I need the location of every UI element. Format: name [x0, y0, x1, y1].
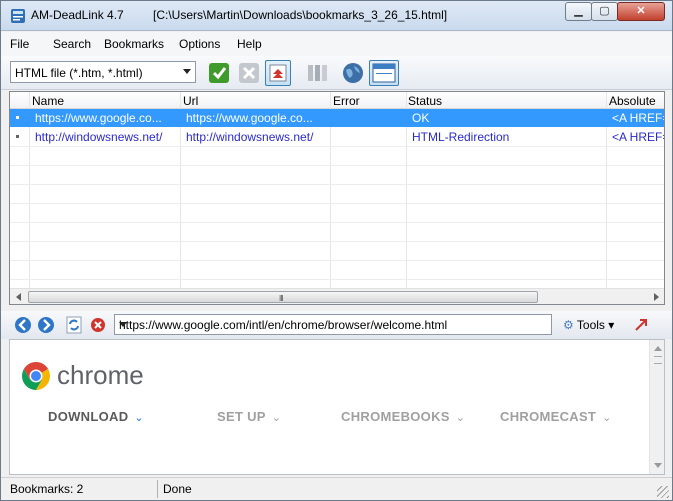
- menu-search[interactable]: Search: [53, 37, 91, 51]
- delete-icon[interactable]: [236, 60, 262, 86]
- close-icon: ✕: [636, 5, 646, 17]
- cell-url: http://windowsnews.net/: [186, 130, 314, 144]
- list-header: Name Url Error Status Absolute P: [10, 92, 664, 122]
- cell-status: HTML-Redirection: [412, 130, 510, 144]
- browser-nav-bar: https://www.google.com/intl/en/chrome/br…: [1, 311, 672, 339]
- scroll-left-icon[interactable]: [16, 293, 21, 301]
- back-icon[interactable]: [14, 316, 32, 334]
- chrome-logo-icon: [22, 362, 50, 390]
- horizontal-scrollbar[interactable]: III: [10, 288, 664, 304]
- scroll-grip: III: [279, 294, 284, 303]
- close-button[interactable]: ✕: [617, 2, 665, 21]
- minimize-icon: ▁: [574, 5, 583, 17]
- row-gridline: [10, 203, 664, 204]
- table-row[interactable]: https://www.google.co... https://www.goo…: [10, 109, 665, 127]
- stop-icon[interactable]: [89, 316, 107, 334]
- cell-absolute: <A HREF=: [612, 130, 665, 144]
- row-marker-icon: [16, 135, 19, 138]
- nav-link-label: CHROMECAST: [500, 409, 597, 424]
- window-title: AM-DeadLink 4.7: [31, 8, 124, 22]
- nav-link-download[interactable]: DOWNLOAD ⌄: [48, 409, 144, 424]
- columns-icon[interactable]: [304, 60, 330, 86]
- status-divider: [157, 480, 158, 498]
- check-icon[interactable]: [206, 60, 232, 86]
- browser-view-button[interactable]: [369, 60, 399, 86]
- cell-url: https://www.google.co...: [186, 111, 313, 125]
- app-icon: [11, 9, 25, 23]
- status-text: Done: [163, 482, 192, 496]
- file-path: [C:\Users\Martin\Downloads\bookmarks_3_2…: [153, 8, 448, 22]
- gear-icon: ⚙: [563, 318, 574, 332]
- cell-name: http://windowsnews.net/: [35, 130, 163, 144]
- cell-status: OK: [412, 111, 430, 125]
- column-error[interactable]: Error: [333, 94, 360, 108]
- app-window: AM-DeadLink 4.7 [C:\Users\Martin\Downloa…: [0, 0, 673, 501]
- file-type-value: HTML file (*.htm, *.html): [15, 66, 143, 80]
- scroll-right-icon[interactable]: [654, 293, 659, 301]
- row-gridline: [10, 146, 664, 147]
- menu-bookmarks[interactable]: Bookmarks: [104, 37, 164, 51]
- menu-bar: File Search Bookmarks Options Help: [1, 32, 672, 56]
- url-value: https://www.google.com/intl/en/chrome/br…: [119, 318, 448, 332]
- minimize-button[interactable]: ▁: [565, 2, 592, 21]
- row-gridline: [10, 184, 664, 185]
- chevron-down-icon: ⌄: [271, 412, 282, 424]
- column-name[interactable]: Name: [32, 94, 64, 108]
- nav-link-label: DOWNLOAD: [48, 409, 129, 424]
- web-view[interactable]: chrome DOWNLOAD ⌄ SET UP ⌄ CHROMEBOOKS ⌄ CH…: [9, 339, 665, 475]
- file-type-select[interactable]: HTML file (*.htm, *.html): [10, 61, 196, 83]
- scroll-thumb[interactable]: III: [28, 291, 538, 303]
- tools-label: Tools: [576, 318, 605, 332]
- nav-link-setup[interactable]: SET UP ⌄: [217, 409, 281, 424]
- row-gridline: [10, 222, 664, 223]
- globe-icon[interactable]: [340, 60, 366, 86]
- url-dropdown-arrow-icon[interactable]: [119, 322, 127, 327]
- title-bar: AM-DeadLink 4.7 [C:\Users\Martin\Downloa…: [1, 1, 672, 31]
- chevron-down-icon: ⌄: [455, 412, 466, 424]
- nav-link-chromecast[interactable]: CHROMECAST ⌄: [500, 409, 612, 424]
- menu-file[interactable]: File: [10, 37, 29, 51]
- export-icon: [269, 64, 287, 82]
- refresh-icon[interactable]: [65, 316, 83, 334]
- tools-dropdown-icon: ▾: [608, 318, 615, 332]
- dropdown-arrow-icon: [183, 69, 191, 74]
- browser-view-icon: [372, 63, 396, 83]
- nav-link-label: CHROMEBOOKS: [341, 409, 450, 424]
- url-input[interactable]: https://www.google.com/intl/en/chrome/br…: [114, 314, 552, 335]
- external-link-icon[interactable]: [632, 316, 650, 334]
- menu-help[interactable]: Help: [237, 37, 262, 51]
- row-gridline: [10, 279, 664, 280]
- cell-name: https://www.google.co...: [35, 111, 162, 125]
- bookmark-count: Bookmarks: 2: [10, 482, 84, 496]
- scroll-grip-icon[interactable]: [654, 356, 662, 364]
- row-marker-icon: [16, 116, 19, 119]
- chrome-wordmark: chrome: [57, 360, 144, 390]
- chevron-down-icon: ⌄: [134, 412, 144, 424]
- column-url[interactable]: Url: [183, 94, 198, 108]
- tools-menu-button[interactable]: ⚙ Tools ▾: [563, 318, 614, 332]
- nav-link-chromebooks[interactable]: CHROMEBOOKS ⌄: [341, 409, 465, 424]
- row-gridline: [10, 241, 664, 242]
- scroll-up-icon[interactable]: [654, 346, 662, 351]
- maximize-button[interactable]: ▢: [591, 2, 618, 21]
- toolbar: HTML file (*.htm, *.html): [1, 56, 672, 90]
- cell-absolute: <A HREF=: [612, 111, 665, 125]
- column-status[interactable]: Status: [408, 94, 442, 108]
- forward-icon[interactable]: [37, 316, 55, 334]
- menu-options[interactable]: Options: [179, 37, 220, 51]
- nav-link-label: SET UP: [217, 409, 266, 424]
- table-row[interactable]: http://windowsnews.net/ http://windowsne…: [10, 128, 665, 146]
- maximize-icon: ▢: [599, 5, 610, 17]
- export-button[interactable]: [265, 60, 291, 86]
- vertical-scrollbar[interactable]: [649, 340, 664, 474]
- row-gridline: [10, 260, 664, 261]
- status-bar: Bookmarks: 2 Done: [1, 477, 672, 500]
- bookmark-list: Name Url Error Status Absolute P https:/…: [9, 91, 665, 305]
- resize-grip-icon[interactable]: [657, 486, 669, 498]
- row-gridline: [10, 165, 664, 166]
- scroll-down-icon[interactable]: [654, 463, 662, 468]
- chevron-down-icon: ⌄: [602, 412, 612, 424]
